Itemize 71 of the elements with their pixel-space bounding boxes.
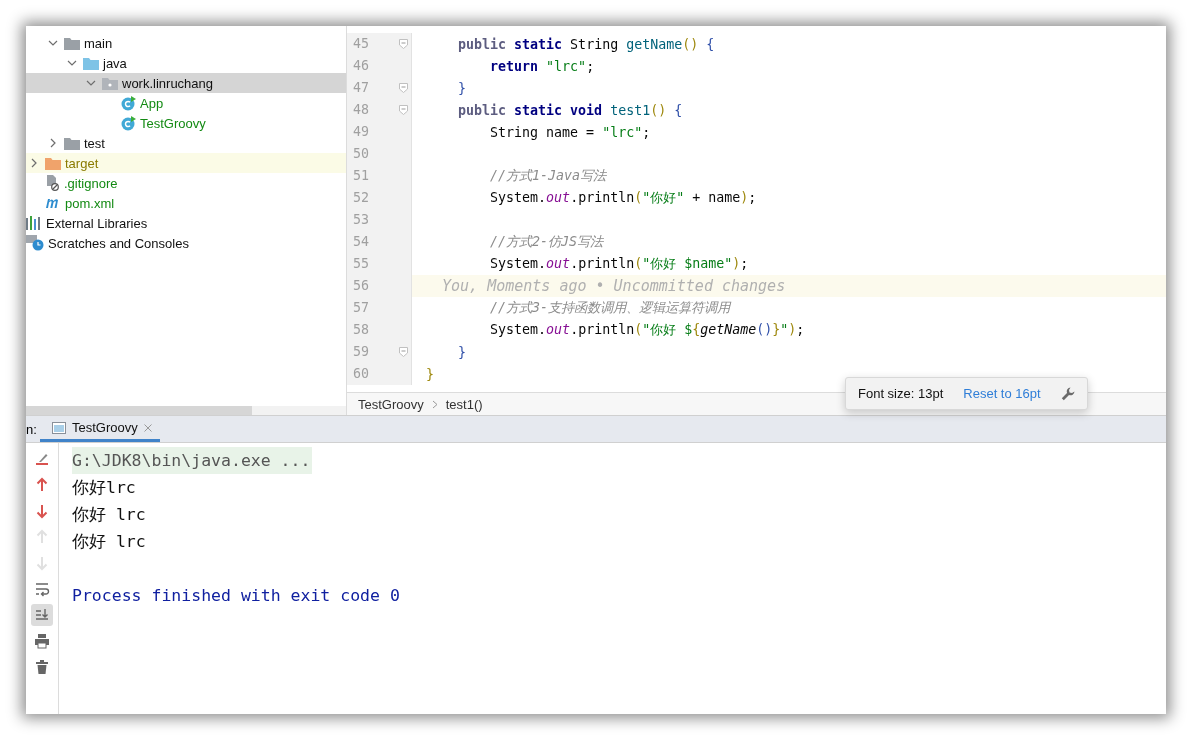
code-line: } (457, 344, 467, 360)
code-line: return "lrc"; (489, 58, 595, 74)
run-tab[interactable]: TestGroovy (40, 416, 160, 442)
line-number: 57 (352, 299, 370, 317)
code-line: //方式1-Java写法 (489, 168, 607, 183)
folder-icon (64, 136, 80, 150)
line-number: 49 (352, 123, 370, 141)
maven-icon (45, 197, 61, 209)
code-line: System.out.println("你好" + name); (489, 190, 757, 205)
tree-item[interactable]: target (64, 155, 100, 171)
tree-item[interactable]: TestGroovy (139, 115, 207, 131)
line-number: 45 (352, 35, 370, 53)
folder-icon (45, 156, 61, 170)
chevron-icon[interactable] (48, 138, 58, 148)
line-number: 53 (352, 211, 370, 229)
chevron-icon[interactable] (86, 78, 96, 88)
breadcrumb[interactable]: test1() (445, 396, 483, 412)
chevron-icon[interactable] (48, 38, 58, 48)
reset-link[interactable]: Reset to 16pt (963, 386, 1041, 401)
line-number: 58 (352, 321, 370, 339)
line-number: 46 (352, 57, 370, 75)
tree-item[interactable]: pom.xml (64, 195, 116, 211)
code-line: } (426, 366, 434, 382)
line-number: 52 (352, 189, 370, 207)
scroll-end-icon[interactable] (31, 604, 53, 626)
console-line: 你好lrc (72, 477, 136, 499)
breadcrumb[interactable]: TestGroovy (358, 396, 424, 412)
tree-item[interactable]: main (83, 35, 114, 51)
class-icon (121, 115, 136, 131)
libraries-icon (26, 216, 42, 230)
line-number: 55 (352, 255, 370, 273)
line-number: 51 (352, 167, 370, 185)
line-number: 56 (352, 277, 370, 295)
wrench-icon[interactable] (1060, 386, 1075, 401)
chevron-icon[interactable] (29, 158, 39, 168)
console-icon (52, 421, 66, 434)
line-number: 54 (352, 233, 370, 251)
console-line: 你好 lrc (72, 531, 146, 553)
package-icon (102, 76, 118, 90)
folder-icon (83, 56, 99, 70)
code-line: System.out.println("你好 $name"); (489, 256, 749, 271)
line-number: 48 (352, 101, 370, 119)
code-line: String name = "lrc"; (489, 124, 651, 140)
popup-message: Font size: 13pt (858, 386, 944, 401)
tree-item[interactable]: Scratches and Consoles (47, 235, 190, 251)
code-line: System.out.println("你好 ${getName()}"); (489, 322, 805, 337)
panel-label: n: (26, 420, 38, 439)
tree-item[interactable]: java (102, 55, 128, 71)
chevron-icon[interactable] (67, 58, 77, 68)
folder-icon (64, 36, 80, 50)
code-line: public static String getName() { (457, 36, 715, 52)
line-number: 50 (352, 145, 370, 163)
code-line: //方式3-支持函数调用、逻辑运算符调用 (489, 300, 731, 315)
line-number: 47 (352, 79, 370, 97)
chevron-icon (431, 399, 438, 409)
blame-annotation: You, Moments ago • Uncommitted changes (441, 277, 786, 295)
close-icon[interactable] (143, 423, 152, 432)
code-line: //方式2-仿JS写法 (489, 234, 604, 249)
line-number: 60 (352, 365, 370, 383)
tree-item[interactable]: test (83, 135, 106, 151)
scrollbar-thumb[interactable] (26, 406, 252, 415)
class-icon (121, 95, 136, 111)
tree-item[interactable]: App (139, 95, 165, 111)
file-icon (45, 175, 60, 191)
console-line: Process finished with exit code 0 (72, 585, 400, 607)
code-line: } (457, 80, 467, 96)
tree-item[interactable]: .gitignore (63, 175, 119, 191)
console-line: 你好 lrc (72, 504, 146, 526)
code-line: public static void test1() { (457, 102, 683, 118)
tree-item[interactable]: External Libraries (45, 215, 149, 231)
line-number: 59 (352, 343, 370, 361)
